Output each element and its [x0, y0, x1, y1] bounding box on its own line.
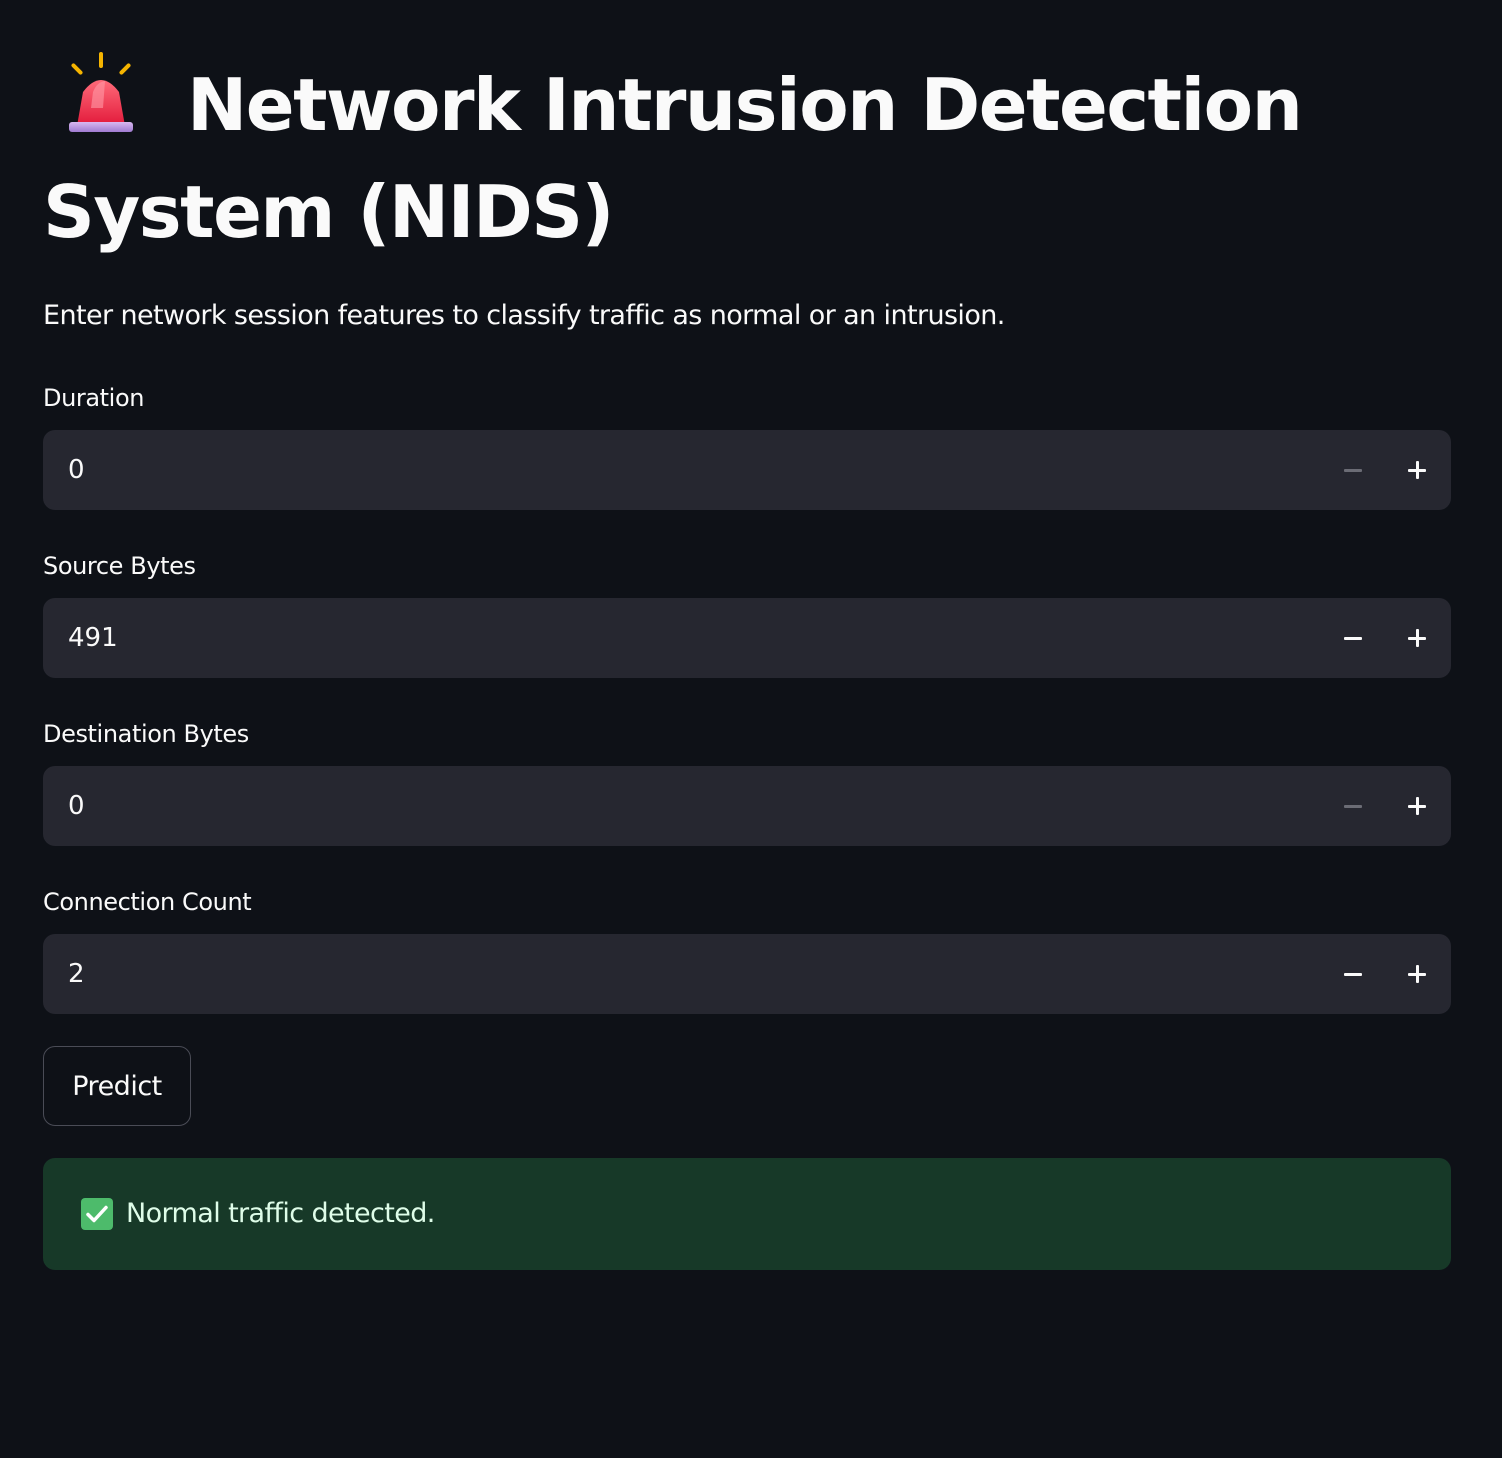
duration-number-input	[43, 430, 1451, 510]
source-bytes-number-input	[43, 598, 1451, 678]
predict-button[interactable]: Predict	[43, 1046, 191, 1126]
connection-count-increment-button[interactable]	[1385, 934, 1449, 1014]
page-title: Network Intrusion Detection System (NIDS…	[43, 48, 1451, 266]
destination-bytes-input[interactable]	[43, 766, 1313, 846]
destination-bytes-label: Destination Bytes	[43, 720, 249, 748]
connection-count-label: Connection Count	[43, 888, 252, 916]
duration-decrement-button[interactable]	[1321, 430, 1385, 510]
destination-bytes-number-input	[43, 766, 1451, 846]
plus-icon	[1408, 629, 1426, 647]
success-alert: Normal traffic detected.	[43, 1158, 1451, 1270]
duration-label: Duration	[43, 384, 145, 412]
connection-count-number-input	[43, 934, 1451, 1014]
source-bytes-decrement-button[interactable]	[1321, 598, 1385, 678]
success-message: Normal traffic detected.	[126, 1198, 435, 1229]
page-description: Enter network session features to classi…	[43, 300, 1005, 331]
minus-icon	[1344, 636, 1362, 640]
source-bytes-label: Source Bytes	[43, 552, 196, 580]
source-bytes-input[interactable]	[43, 598, 1313, 678]
duration-input[interactable]	[43, 430, 1313, 510]
destination-bytes-increment-button[interactable]	[1385, 766, 1449, 846]
plus-icon	[1408, 461, 1426, 479]
plus-icon	[1408, 965, 1426, 983]
connection-count-decrement-button[interactable]	[1321, 934, 1385, 1014]
page-title-text: Network Intrusion Detection System (NIDS…	[43, 63, 1303, 254]
police-car-light-icon	[65, 48, 187, 138]
check-mark-icon	[81, 1198, 113, 1230]
plus-icon	[1408, 797, 1426, 815]
destination-bytes-decrement-button[interactable]	[1321, 766, 1385, 846]
duration-increment-button[interactable]	[1385, 430, 1449, 510]
minus-icon	[1344, 972, 1362, 976]
connection-count-input[interactable]	[43, 934, 1313, 1014]
minus-icon	[1344, 468, 1362, 472]
minus-icon	[1344, 804, 1362, 808]
source-bytes-increment-button[interactable]	[1385, 598, 1449, 678]
